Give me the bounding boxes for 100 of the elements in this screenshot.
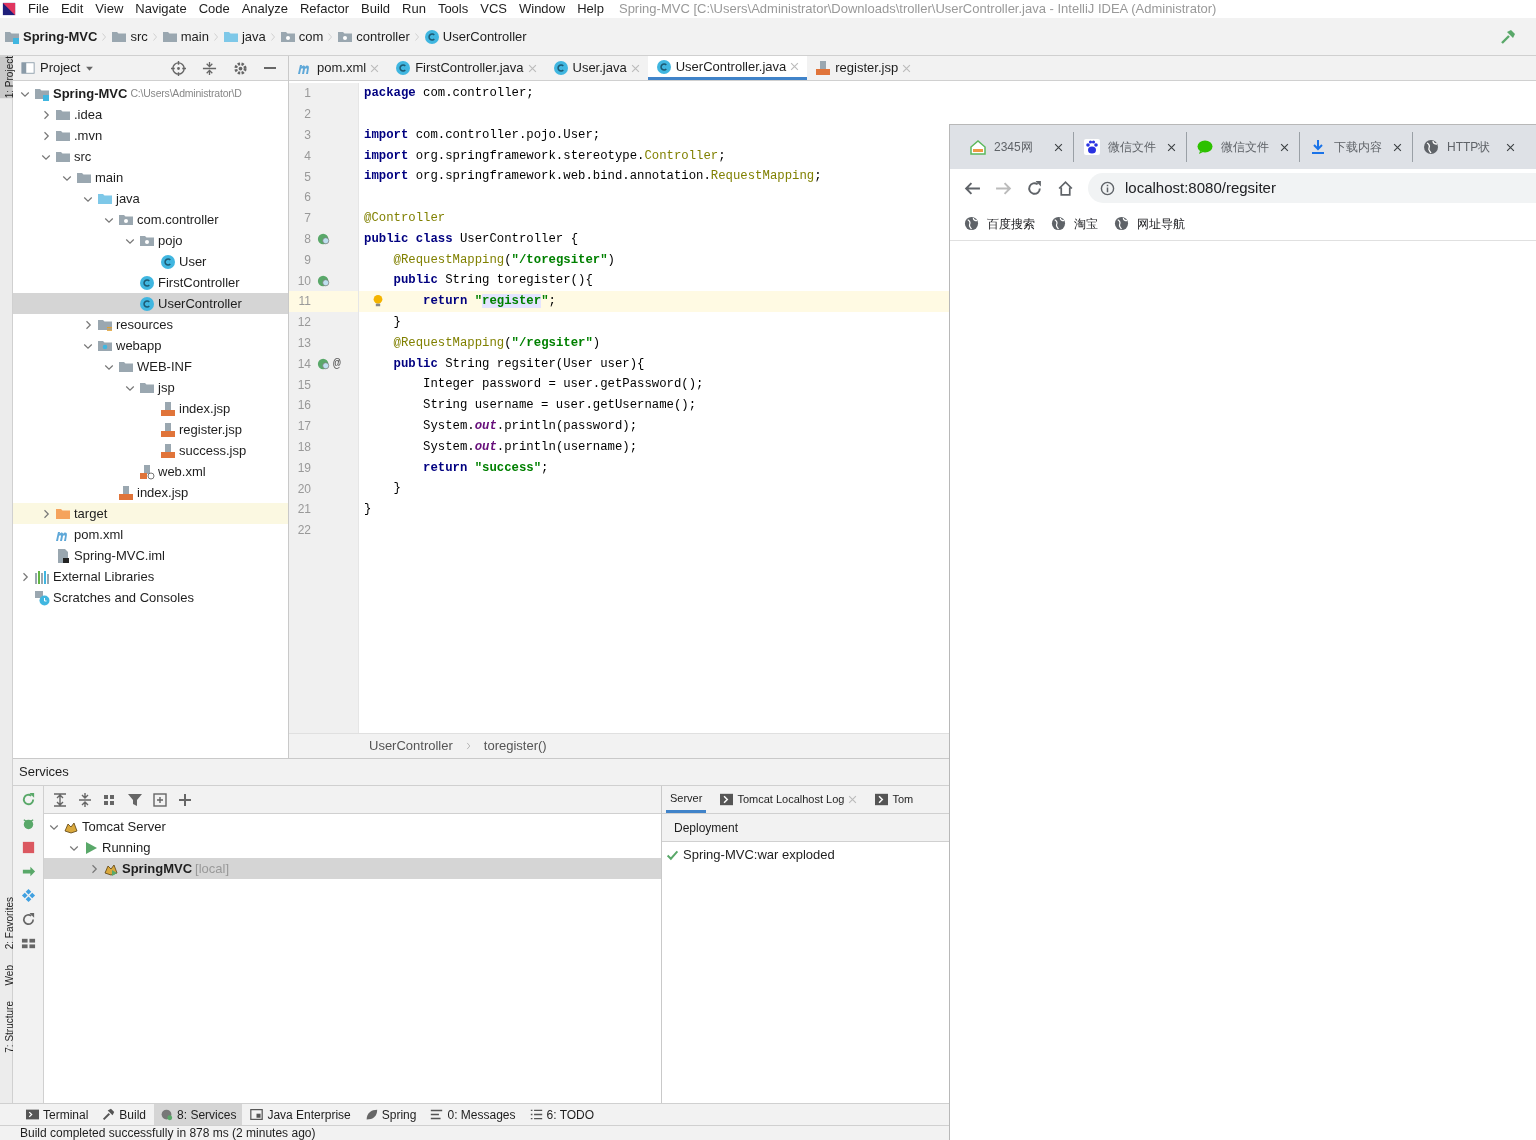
tree-item[interactable]: webapp [13, 335, 288, 356]
menu-item[interactable]: VCS [477, 0, 507, 18]
tool-window-tab[interactable]: 8: Services [154, 1104, 243, 1125]
menu-item[interactable]: File [25, 0, 49, 18]
tree-item[interactable]: .idea [13, 104, 288, 125]
breadcrumb-item[interactable]: com [277, 26, 326, 47]
editor-tab[interactable]: FirstController.java [387, 56, 545, 80]
tool-window-tab[interactable]: Java Enterprise [244, 1104, 357, 1125]
menu-item[interactable]: Build [358, 0, 390, 18]
close-icon [527, 63, 537, 73]
breadcrumb-item[interactable]: src [109, 26, 150, 47]
view-selector[interactable]: Project [21, 58, 95, 78]
panel-tab[interactable]: Server [666, 786, 707, 813]
tree-item[interactable]: SpringMVC [local] [44, 858, 661, 879]
menu-item[interactable]: Edit [57, 0, 84, 18]
tree-item[interactable]: target [13, 503, 288, 524]
address-bar[interactable]: localhost:8080/regsiter [1088, 173, 1536, 203]
menu-item[interactable]: Analyze [238, 0, 288, 18]
tree-item[interactable]: pom.xml [13, 524, 288, 545]
tree-item[interactable]: Spring-MVC C:\Users\Administrator\D [13, 83, 288, 104]
browser-tab[interactable]: 微信文件 [1186, 132, 1299, 162]
menu-item[interactable]: Navigate [132, 0, 187, 18]
menu-item[interactable]: Tools [434, 0, 469, 18]
class-icon [160, 253, 176, 270]
editor-tab[interactable]: User.java [544, 56, 648, 80]
breadcrumb-item[interactable]: toregister() [483, 736, 547, 756]
reload-icon [1026, 179, 1043, 197]
tool-window-button[interactable]: 2: Favorites [0, 896, 12, 949]
tool-window-tab[interactable]: Build [96, 1104, 153, 1125]
tree-item[interactable]: success.jsp [13, 440, 288, 461]
close-icon [1054, 142, 1063, 152]
tree-item[interactable]: Running [44, 837, 661, 858]
menu-item[interactable]: Help [574, 0, 604, 18]
menu-item[interactable]: Code [195, 0, 230, 18]
bookmark[interactable]: 淘宝 [1051, 214, 1098, 233]
panel-tab[interactable]: Tom [871, 786, 918, 813]
deployment-item[interactable]: Spring-MVC:war exploded [662, 844, 837, 866]
tree-item[interactable]: Scratches and Consoles [13, 587, 288, 608]
browser-tab[interactable]: 微信文件 [1073, 132, 1186, 162]
tree-item[interactable]: UserController [13, 293, 288, 314]
tool-window-tab[interactable]: 6: TODO [523, 1104, 601, 1125]
tree-item[interactable]: Tomcat Server [44, 816, 661, 837]
tree-item[interactable]: web.xml [13, 461, 288, 482]
line-number: 7 [303, 210, 312, 228]
tool-window-tab[interactable]: Terminal [20, 1104, 95, 1125]
tree-item[interactable]: com.controller [13, 209, 288, 230]
breadcrumb-item[interactable]: java [220, 26, 268, 47]
globe-icon [964, 216, 979, 231]
menu-item[interactable]: Window [515, 0, 566, 18]
line-number: 2 [303, 106, 312, 124]
browser-tab[interactable]: HTTP状 [1412, 132, 1525, 162]
tree-item[interactable]: FirstController [13, 272, 288, 293]
editor-tab[interactable]: register.jsp [807, 56, 920, 80]
panel-tab[interactable]: Tomcat Localhost Log [716, 786, 862, 813]
tool-window-tab[interactable]: 0: Messages [424, 1104, 522, 1125]
class-icon [552, 60, 569, 76]
tree-item[interactable]: pojo [13, 230, 288, 251]
editor-tab[interactable]: pom.xml [289, 56, 388, 80]
tree-item[interactable]: WEB-INF [13, 356, 288, 377]
tree-item[interactable]: index.jsp [13, 398, 288, 419]
tree-item[interactable]: jsp [13, 377, 288, 398]
line-number: 13 [296, 334, 312, 352]
tree-item[interactable]: index.jsp [13, 482, 288, 503]
breadcrumb-item[interactable]: UserController [369, 736, 453, 756]
tool-window-button[interactable]: Web [0, 964, 12, 986]
tree-item[interactable]: User [13, 251, 288, 272]
code-line: @RequestMapping("/regsiter") [392, 334, 601, 352]
console-icon [875, 793, 889, 806]
breadcrumb-item[interactable]: controller [335, 26, 412, 47]
tree-item[interactable]: External Libraries [13, 566, 288, 587]
libraries-icon [34, 568, 50, 585]
code-line: import org.springframework.stereotype.Controller; [364, 147, 726, 165]
browser-tab[interactable]: 2345网 [960, 132, 1073, 162]
tree-item[interactable]: .mvn [13, 125, 288, 146]
close-icon [1280, 142, 1289, 152]
bookmark[interactable]: 网址导航 [1114, 214, 1185, 233]
chat-bubble-icon [1197, 139, 1213, 155]
tool-window-button[interactable]: 7: Structure [0, 1001, 12, 1053]
line-number: 6 [303, 189, 312, 207]
tree-item[interactable]: java [13, 188, 288, 209]
browser-tab[interactable]: 下载内容 [1299, 132, 1412, 162]
tree-item[interactable]: resources [13, 314, 288, 335]
menu-item[interactable]: Refactor [296, 0, 350, 18]
list-icon [529, 1108, 543, 1121]
breadcrumb-item[interactable]: main [159, 26, 211, 47]
editor-tab[interactable]: UserController.java [647, 56, 808, 80]
tree-item[interactable]: register.jsp [13, 419, 288, 440]
bookmark[interactable]: 百度搜索 [964, 214, 1035, 233]
close-icon [1506, 142, 1515, 152]
code-line: import com.controller.pojo.User; [364, 126, 601, 144]
tool-window-tab[interactable]: Spring [358, 1104, 423, 1125]
menu-item[interactable]: View [92, 0, 124, 18]
breadcrumb-item[interactable]: Spring-MVC [2, 26, 100, 47]
tree-item[interactable]: src [13, 146, 288, 167]
rerun-icon [20, 792, 36, 807]
tree-item[interactable]: Spring-MVC.iml [13, 545, 288, 566]
code-line: Integer password = user.getPassword(); [422, 376, 704, 394]
menu-item[interactable]: Run [399, 0, 426, 18]
tree-item[interactable]: main [13, 167, 288, 188]
breadcrumb-item[interactable]: UserController [421, 26, 529, 47]
